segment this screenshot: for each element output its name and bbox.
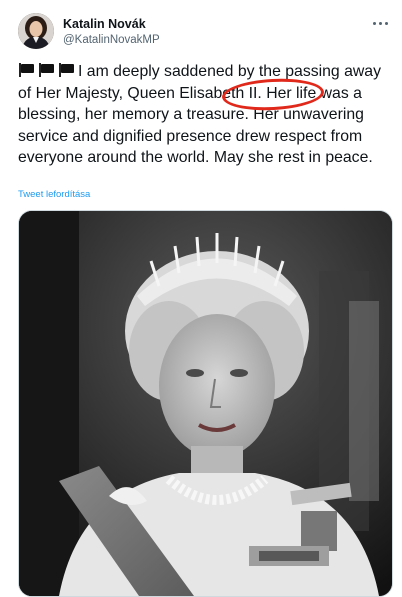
highlighted-name: Elisabeth II <box>179 84 258 102</box>
tweet-card[interactable]: Katalin Novák @KatalinNovakMP I am deepl… <box>0 0 402 597</box>
author-info: Katalin Novák @KatalinNovakMP <box>63 16 160 48</box>
black-flag-icon <box>18 63 35 77</box>
user-handle[interactable]: @KatalinNovakMP <box>63 33 160 48</box>
avatar[interactable] <box>18 13 54 49</box>
black-flag-icon <box>38 63 55 77</box>
translate-tweet-link[interactable]: Tweet lefordítása <box>18 189 90 200</box>
tweet-photo[interactable] <box>18 210 393 597</box>
black-flag-icon <box>58 63 75 77</box>
more-options-icon[interactable] <box>370 15 390 31</box>
tweet-text: I am deeply saddened by the passing away… <box>18 61 390 169</box>
display-name[interactable]: Katalin Novák <box>63 16 160 32</box>
